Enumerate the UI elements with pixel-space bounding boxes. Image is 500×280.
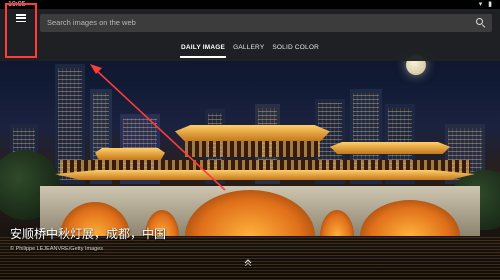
tab-bar: DAILY IMAGE GALLERY SOLID COLOR: [0, 42, 500, 60]
search-input[interactable]: Search images on the web: [47, 14, 136, 32]
status-bar: 10:05 ▾ ▮: [0, 0, 500, 9]
pavilion-hall: [185, 141, 320, 157]
chevron-up-icon[interactable]: [244, 258, 252, 266]
pavilion-roof: [175, 125, 330, 141]
pavilion-roof: [95, 148, 165, 160]
hamburger-menu-icon[interactable]: [16, 14, 26, 22]
image-credit: © Philippe LEJEANVRE/Getty Images: [10, 246, 104, 252]
image-title: 安顺桥中秋灯展，成都，中国: [10, 227, 167, 241]
search-icon[interactable]: [476, 18, 486, 29]
app-bar: Search images on the web DAILY IMAGE GAL…: [0, 9, 500, 61]
tab-gallery[interactable]: GALLERY: [230, 42, 267, 54]
search-bar[interactable]: Search images on the web: [40, 14, 492, 32]
bridge-arch: [185, 190, 315, 236]
tab-solid-color[interactable]: SOLID COLOR: [269, 42, 322, 54]
menu-button[interactable]: [5, 3, 37, 58]
bridge-arch: [360, 200, 460, 236]
status-icons: ▾ ▮: [478, 1, 494, 8]
tab-daily-image[interactable]: DAILY IMAGE: [178, 42, 228, 58]
pavilion-roof: [330, 142, 450, 154]
bridge-arch: [320, 210, 354, 236]
bridge-roof: [55, 170, 475, 180]
